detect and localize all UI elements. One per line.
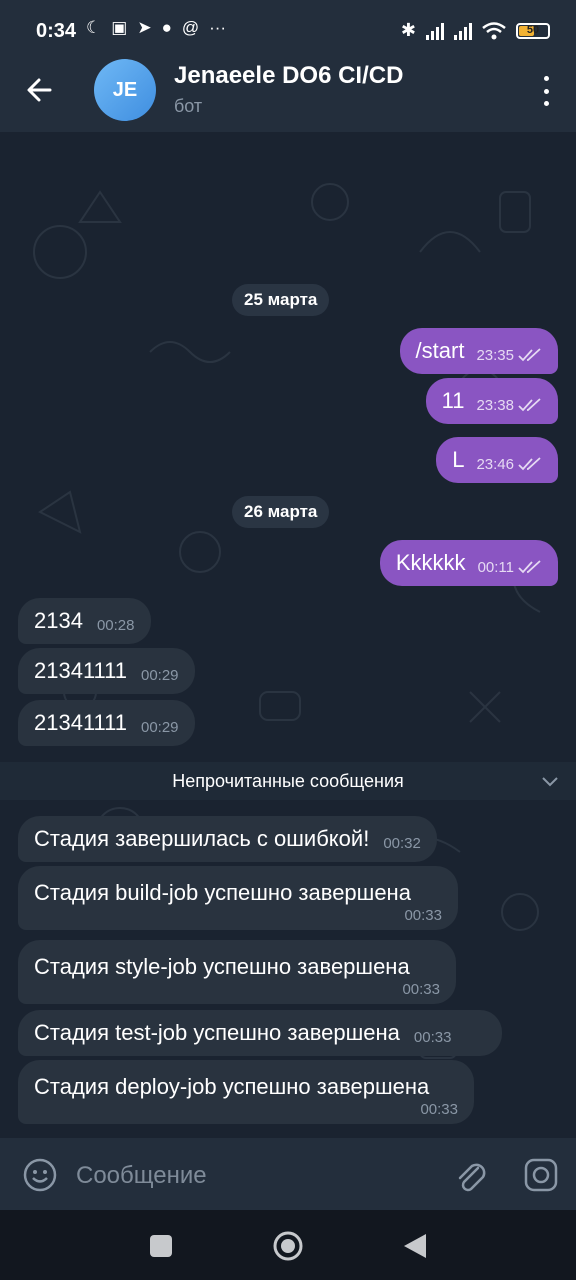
attach-icon[interactable] [452,1156,488,1194]
message-time: 23:46 [476,455,514,473]
incoming-message[interactable]: Стадия build-job успешно завершена 00:33 [18,866,458,930]
unread-label: Непрочитанные сообщения [172,770,404,791]
outgoing-message[interactable]: /start 23:35 [399,328,558,374]
message-text: Стадия build-job успешно завершена [34,880,411,905]
app-icon: ● [161,18,172,37]
message-time: 00:28 [96,616,135,634]
message-time: 23:35 [476,346,514,364]
double-check-icon [518,398,541,412]
avatar[interactable]: JE [94,59,156,121]
incoming-message[interactable]: 21341111 00:29 [18,700,195,746]
date-separator: 26 марта [232,496,330,528]
incoming-message[interactable]: 2134 00:28 [18,598,151,644]
double-check-icon [518,457,541,471]
signal-icon-2 [454,22,472,40]
incoming-message[interactable]: Стадия завершилась с ошибкой! 00:32 [18,816,437,862]
outgoing-message[interactable]: Kkkkkk 00:11 [379,540,558,586]
notification-icons: ☾ ▣ ➤ ● @ ··· [86,18,226,38]
battery-icon: 50 [516,22,550,39]
recents-button[interactable] [150,1235,172,1257]
message-text: 11 [441,388,465,413]
nfc-icon: ▣ [111,18,128,37]
message-input[interactable] [74,1158,438,1194]
message-text: 21341111 [34,658,127,683]
message-text: L [452,447,465,472]
incoming-message[interactable]: Стадия deploy-job успешно завершена 00:3… [18,1060,474,1124]
message-time: 00:33 [420,1101,458,1118]
message-time: 00:29 [140,666,179,684]
chat-subtitle: бот [174,96,203,116]
unread-messages-divider: Непрочитанные сообщения [0,762,576,800]
home-button[interactable] [272,1230,304,1262]
status-time: 0:34 [36,20,77,42]
outgoing-message[interactable]: 11 23:38 [425,378,558,424]
double-check-icon [518,348,541,362]
camera-icon[interactable] [522,1156,560,1194]
message-time: 00:11 [477,558,514,576]
message-text: Стадия test-job успешно завершена [34,1020,400,1045]
message-text: 2134 [34,608,83,633]
chat-title[interactable]: Jenaeele DO6 CI/CD [174,62,403,90]
message-text: /start [415,338,465,363]
message-text: 21341111 [34,710,127,735]
message-text: Kkkkkk [395,550,466,575]
incoming-message[interactable]: 21341111 00:29 [18,648,195,694]
message-time: 00:33 [413,1028,452,1046]
message-text: Стадия deploy-job успешно завершена [34,1074,430,1099]
at-icon: @ [181,18,200,37]
moon-icon: ☾ [86,18,102,37]
status-bar: 0:34 ☾ ▣ ➤ ● @ ··· ✱ 50 [0,0,576,62]
battery-level: 50 [526,23,540,36]
system-icons: ✱ 50 [401,20,550,41]
chevron-down-icon[interactable] [540,771,560,791]
message-time: 00:32 [383,834,421,852]
message-composer [0,1138,576,1210]
double-check-icon [518,560,541,574]
telegram-icon: ➤ [137,18,152,37]
bluetooth-icon: ✱ [400,20,416,40]
incoming-message[interactable]: Стадия style-job успешно завершена 00:33 [18,940,456,1004]
chat-header: JE Jenaeele DO6 CI/CD бот [0,59,576,132]
back-button[interactable] [402,1232,428,1260]
message-list[interactable]: 25 марта /start 23:35 11 23:38 L 23:46 2… [0,132,576,1138]
message-text: Стадия style-job успешно завершена [34,954,410,979]
date-separator: 25 марта [232,284,330,316]
system-navigation-bar [0,1210,576,1280]
incoming-message[interactable]: Стадия test-job успешно завершена 00:33 [18,1010,502,1056]
message-time: 00:33 [404,907,442,924]
message-time: 00:29 [140,718,179,736]
message-text: Стадия завершилась с ошибкой! [34,826,370,851]
outgoing-message[interactable]: L 23:46 [436,437,558,483]
wifi-icon [482,21,506,39]
message-time: 23:38 [476,396,514,414]
signal-icon [426,22,444,40]
emoji-icon[interactable] [22,1157,58,1193]
more-menu-icon[interactable] [540,76,552,106]
message-time: 00:33 [402,981,440,998]
back-arrow-icon[interactable] [20,70,60,110]
more-notifications-icon: ··· [209,18,227,37]
